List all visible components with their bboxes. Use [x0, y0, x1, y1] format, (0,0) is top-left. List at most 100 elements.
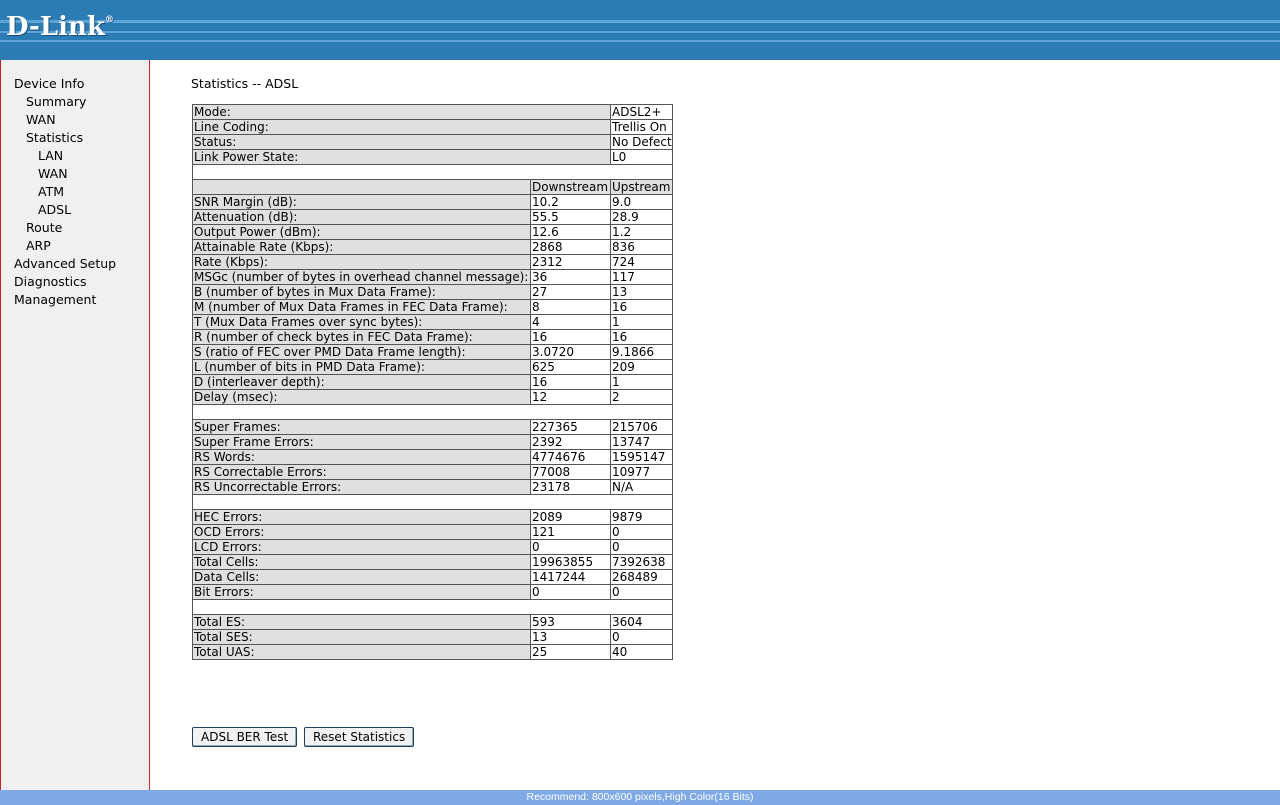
sidebar-item-wan[interactable]: WAN [26, 112, 56, 127]
logo-text: D-Link [6, 12, 105, 42]
downstream-value: 0 [530, 584, 611, 600]
table-row: B (number of bytes in Mux Data Frame): 27… [192, 284, 673, 300]
table-row: LCD Errors: 0 0 [192, 539, 673, 555]
upstream-value: 10977 [610, 464, 673, 480]
downstream-value: 121 [530, 524, 611, 540]
table-row: Attainable Rate (Kbps): 2868 836 [192, 239, 673, 255]
summary-row: Status: No Defect [192, 134, 673, 150]
stat-label: S (ratio of FEC over PMD Data Frame leng… [192, 344, 531, 360]
upstream-value: 209 [610, 359, 673, 375]
sidebar-item-stats-adsl[interactable]: ADSL [38, 202, 71, 217]
stat-label: Total ES: [192, 614, 531, 630]
downstream-value: 77008 [530, 464, 611, 480]
upstream-value: 9879 [610, 509, 673, 525]
sidebar-item-stats-lan[interactable]: LAN [38, 148, 63, 163]
column-header-row: Downstream Upstream [192, 179, 673, 195]
table-row: L (number of bits in PMD Data Frame): 625… [192, 359, 673, 375]
stat-label: Bit Errors: [192, 584, 531, 600]
stat-label: RS Correctable Errors: [192, 464, 531, 480]
table-row: SNR Margin (dB): 10.2 9.0 [192, 194, 673, 210]
stat-label: L (number of bits in PMD Data Frame): [192, 359, 531, 375]
stat-label: Rate (Kbps): [192, 254, 531, 270]
summary-value: ADSL2+ [610, 104, 673, 120]
downstream-value: 227365 [530, 419, 611, 435]
table-row: HEC Errors: 2089 9879 [192, 509, 673, 525]
stat-label: R (number of check bytes in FEC Data Fra… [192, 329, 531, 345]
sidebar-item-stats-atm[interactable]: ATM [38, 184, 64, 199]
table-row: RS Uncorrectable Errors: 23178 N/A [192, 479, 673, 495]
summary-label: Link Power State: [192, 149, 611, 165]
spacer-cell [192, 404, 673, 420]
summary-label: Status: [192, 134, 611, 150]
spacer-cell [192, 494, 673, 510]
table-row: MSGc (number of bytes in overhead channe… [192, 269, 673, 285]
table-row: Output Power (dBm): 12.6 1.2 [192, 224, 673, 240]
sidebar-nav: Device Info Summary WAN Statistics LAN W… [0, 60, 150, 790]
table-row: D (interleaver depth): 16 1 [192, 374, 673, 390]
sidebar-item-summary[interactable]: Summary [26, 94, 86, 109]
summary-value: L0 [610, 149, 673, 165]
stat-label: Super Frames: [192, 419, 531, 435]
stat-label: M (number of Mux Data Frames in FEC Data… [192, 299, 531, 315]
upstream-value: 0 [610, 629, 673, 645]
table-row: Total ES: 593 3604 [192, 614, 673, 630]
sidebar-item-route[interactable]: Route [26, 220, 62, 235]
table-row: Attenuation (dB): 55.5 28.9 [192, 209, 673, 225]
downstream-value: 16 [530, 374, 611, 390]
upstream-value: 13 [610, 284, 673, 300]
table-row: RS Correctable Errors: 77008 10977 [192, 464, 673, 480]
header-banner: D-Link® [0, 0, 1280, 60]
summary-label: Line Coding: [192, 119, 611, 135]
upstream-value: N/A [610, 479, 673, 495]
sidebar-item-diagnostics[interactable]: Diagnostics [14, 274, 87, 289]
footer-recommendation: Recommend: 800x600 pixels,High Color(16 … [0, 790, 1280, 805]
stat-label: Output Power (dBm): [192, 224, 531, 240]
upstream-value: 3604 [610, 614, 673, 630]
upstream-value: 9.1866 [610, 344, 673, 360]
stat-label: HEC Errors: [192, 509, 531, 525]
table-row: Delay (msec): 12 2 [192, 389, 673, 405]
stat-label: Super Frame Errors: [192, 434, 531, 450]
stat-label: T (Mux Data Frames over sync bytes): [192, 314, 531, 330]
table-row: Data Cells: 1417244 268489 [192, 569, 673, 585]
downstream-value: 8 [530, 299, 611, 315]
stat-label: B (number of bytes in Mux Data Frame): [192, 284, 531, 300]
sidebar-item-statistics[interactable]: Statistics [26, 130, 83, 145]
stat-label: Attainable Rate (Kbps): [192, 239, 531, 255]
upstream-value: 1.2 [610, 224, 673, 240]
sidebar-item-device-info[interactable]: Device Info [14, 76, 84, 91]
downstream-value: 0 [530, 539, 611, 555]
upstream-value: 0 [610, 524, 673, 540]
sidebar-item-management[interactable]: Management [14, 292, 96, 307]
downstream-value: 12.6 [530, 224, 611, 240]
upstream-value: 836 [610, 239, 673, 255]
sidebar-item-arp[interactable]: ARP [26, 238, 51, 253]
downstream-value: 12 [530, 389, 611, 405]
spacer-cell [192, 164, 673, 180]
upstream-value: 9.0 [610, 194, 673, 210]
sidebar-item-advanced-setup[interactable]: Advanced Setup [14, 256, 116, 271]
table-row: Rate (Kbps): 2312 724 [192, 254, 673, 270]
downstream-value: 3.0720 [530, 344, 611, 360]
table-row: T (Mux Data Frames over sync bytes): 4 1 [192, 314, 673, 330]
upstream-value: 117 [610, 269, 673, 285]
stat-label: Total SES: [192, 629, 531, 645]
downstream-value: 16 [530, 329, 611, 345]
upstream-value: 40 [610, 644, 673, 660]
upstream-value: 13747 [610, 434, 673, 450]
table-spacer-row [192, 164, 673, 180]
stat-label: Total Cells: [192, 554, 531, 570]
table-row: Super Frame Errors: 2392 13747 [192, 434, 673, 450]
upstream-value: 215706 [610, 419, 673, 435]
upstream-value: 16 [610, 299, 673, 315]
sidebar-item-stats-wan[interactable]: WAN [38, 166, 68, 181]
downstream-value: 2868 [530, 239, 611, 255]
stat-label: Data Cells: [192, 569, 531, 585]
reset-statistics-button[interactable]: Reset Statistics [304, 727, 415, 747]
summary-value: Trellis On [610, 119, 673, 135]
table-row: Total UAS: 25 40 [192, 644, 673, 660]
upstream-value: 268489 [610, 569, 673, 585]
adsl-ber-test-button[interactable]: ADSL BER Test [192, 727, 298, 747]
upstream-value: 2 [610, 389, 673, 405]
downstream-value: 55.5 [530, 209, 611, 225]
